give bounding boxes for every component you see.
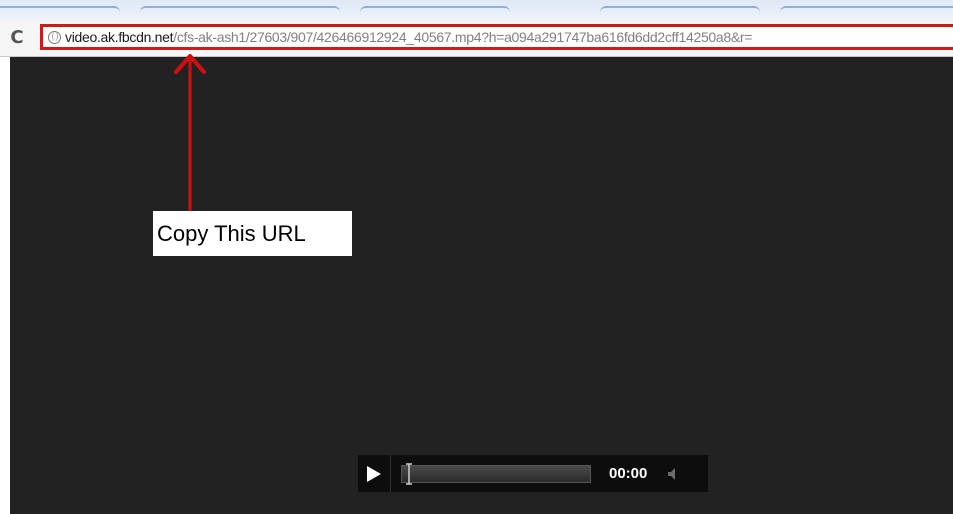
callout-label: Copy This URL: [153, 211, 352, 256]
reload-icon[interactable]: C: [6, 26, 28, 48]
url-path: /cfs-ak-ash1/27603/907/426466912924_4056…: [173, 29, 753, 45]
url-host: video.ak.fbcdn.net: [65, 29, 174, 45]
play-button[interactable]: [358, 455, 391, 492]
tab[interactable]: [600, 6, 760, 18]
seek-handle-icon[interactable]: [405, 462, 413, 486]
tab[interactable]: [140, 6, 340, 18]
globe-icon: [48, 30, 61, 44]
arrow-up-icon: [174, 54, 206, 215]
address-bar[interactable]: video.ak.fbcdn.net/cfs-ak-ash1/27603/907…: [40, 24, 953, 50]
video-player[interactable]: [10, 57, 953, 514]
browser-window: C video.ak.fbcdn.net/cfs-ak-ash1/27603/9…: [0, 0, 953, 514]
video-controls: 00:00: [358, 455, 708, 492]
tab[interactable]: [780, 6, 953, 18]
time-display: 00:00: [609, 465, 648, 482]
tab[interactable]: [0, 6, 120, 18]
seek-bar[interactable]: [401, 462, 591, 486]
play-icon: [367, 465, 381, 482]
volume-icon: [668, 467, 676, 480]
volume-button[interactable]: [663, 464, 683, 484]
tab-strip: [0, 0, 953, 20]
browser-toolbar: C video.ak.fbcdn.net/cfs-ak-ash1/27603/9…: [0, 20, 953, 57]
tab[interactable]: [360, 6, 510, 18]
